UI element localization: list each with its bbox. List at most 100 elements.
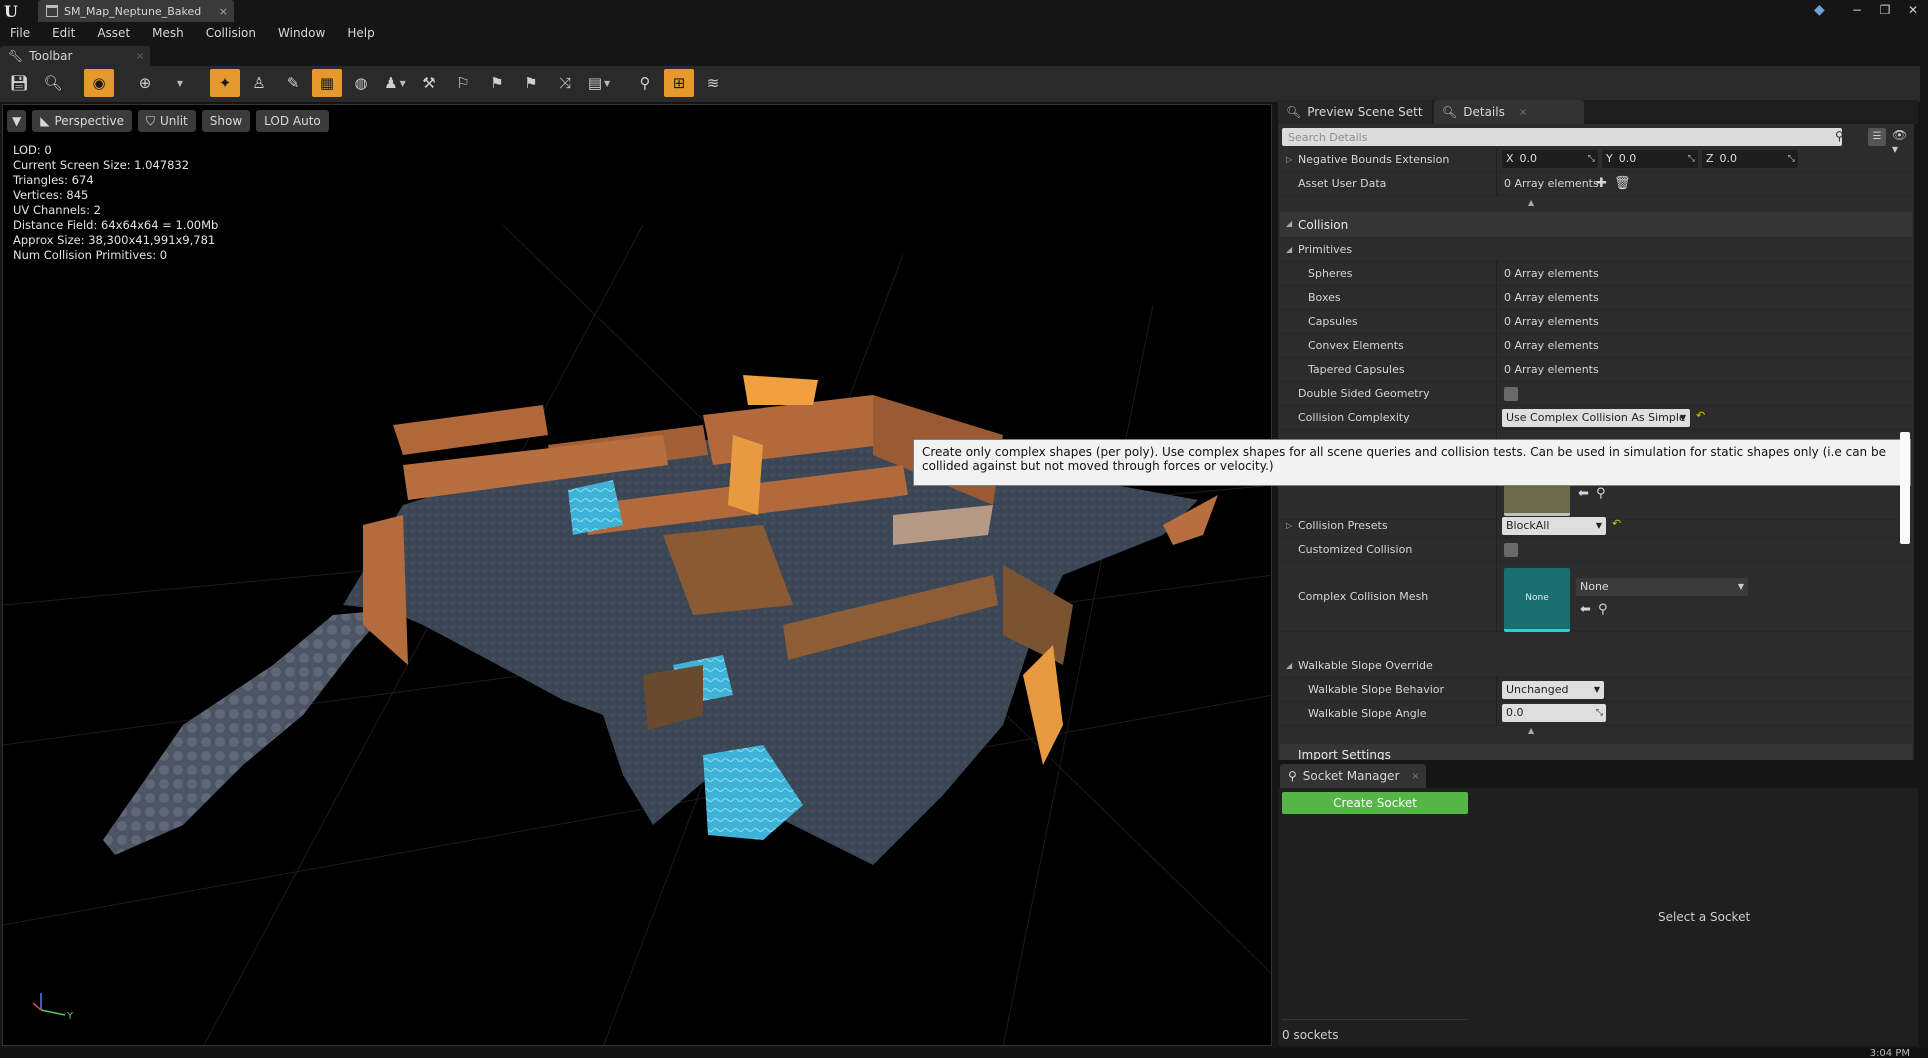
browse-arrow-icon[interactable]: ⬅ bbox=[1580, 602, 1591, 617]
close-socket-tab-icon[interactable]: × bbox=[1411, 771, 1419, 782]
transform-button[interactable]: ⊕ bbox=[130, 69, 160, 97]
boxes-value: 0 Array elements bbox=[1504, 291, 1599, 304]
close-details-tab-icon[interactable]: × bbox=[1519, 107, 1527, 118]
category-collision[interactable]: ◢ Collision bbox=[1280, 212, 1912, 238]
paint-button[interactable]: ✎ bbox=[278, 69, 308, 97]
close-tab-icon[interactable]: × bbox=[219, 5, 228, 18]
bounds-button[interactable]: ◍ bbox=[346, 69, 376, 97]
normals-button[interactable]: ⚐ bbox=[448, 69, 478, 97]
expand-arrow-icon[interactable]: ▷ bbox=[1286, 148, 1292, 172]
collision-complexity-tooltip: Create only complex shapes (per poly). U… bbox=[913, 439, 1911, 486]
double-sided-checkbox[interactable] bbox=[1504, 387, 1518, 401]
negative-bounds-z-field[interactable]: Z 0.0 ⤡ bbox=[1702, 150, 1798, 168]
lod-auto-button[interactable]: LOD Auto bbox=[256, 110, 329, 132]
category-import-settings[interactable]: Import Settings bbox=[1280, 744, 1912, 760]
magnify-icon[interactable]: ⚲ bbox=[1598, 602, 1608, 617]
reset-to-default-icon[interactable]: ↶ bbox=[1612, 517, 1621, 530]
grid-icon: ▦ bbox=[319, 74, 335, 92]
expand-arrow-icon[interactable]: ▷ bbox=[1286, 514, 1292, 538]
chevron-down-icon: ▼ bbox=[604, 78, 611, 88]
layers-button[interactable]: ≋ bbox=[698, 69, 728, 97]
graduation-cap-icon[interactable]: ◆ bbox=[1814, 2, 1832, 20]
save-button[interactable]: 💾︎ bbox=[4, 69, 34, 97]
perspective-icon: ◣ bbox=[40, 114, 50, 128]
close-toolbar-tab-icon[interactable]: × bbox=[136, 51, 144, 62]
customized-collision-checkbox[interactable] bbox=[1504, 543, 1518, 557]
additional-data-button[interactable]: ⊞ bbox=[664, 69, 694, 97]
menu-collision[interactable]: Collision bbox=[206, 26, 256, 40]
lod-button[interactable]: ▤ ▼ bbox=[584, 69, 614, 97]
axis-y-label: Y bbox=[66, 1011, 74, 1022]
realtime-button[interactable]: ◉ bbox=[84, 69, 114, 97]
list-view-icon[interactable]: ☰ bbox=[1868, 128, 1886, 146]
vertex-colors-button[interactable]: ♙ bbox=[244, 69, 274, 97]
complex-mesh-select[interactable]: None ▼ bbox=[1576, 578, 1748, 596]
menu-help[interactable]: Help bbox=[347, 26, 374, 40]
bounds-icon: ◍ bbox=[354, 74, 368, 92]
details-tab-label: Details bbox=[1463, 105, 1505, 119]
menu-file[interactable]: File bbox=[10, 26, 30, 40]
row-walkable-slope-behavior: Walkable Slope Behavior Unchanged ▼ bbox=[1280, 678, 1912, 702]
spheres-value: 0 Array elements bbox=[1504, 267, 1599, 280]
trash-icon[interactable]: 🗑︎ bbox=[1614, 176, 1631, 191]
tab-socket-manager[interactable]: ⚲ Socket Manager × bbox=[1280, 764, 1426, 788]
collapse-arrow-icon[interactable]: ▲ bbox=[1528, 198, 1534, 207]
row-primitives[interactable]: ◢ Primitives bbox=[1280, 238, 1912, 262]
menu-edit[interactable]: Edit bbox=[52, 26, 75, 40]
collapse-arrow-icon[interactable]: ▲ bbox=[1528, 726, 1534, 735]
tab-preview-scene-settings[interactable]: 🔍︎ Preview Scene Sett bbox=[1278, 100, 1432, 124]
system-clock: 3:04 PM bbox=[1869, 1048, 1910, 1058]
socket-tab-label: Socket Manager bbox=[1302, 769, 1400, 783]
socket-icon: ⚲ bbox=[1288, 769, 1297, 783]
browse-arrow-icon[interactable]: ⬅ bbox=[1578, 486, 1589, 501]
show-button[interactable]: Show bbox=[201, 110, 251, 132]
tab-details[interactable]: 🔍︎ Details × bbox=[1434, 100, 1584, 124]
negative-bounds-y-field[interactable]: Y 0.0 ⤡ bbox=[1602, 150, 1698, 168]
minimize-button[interactable]: − bbox=[1844, 1, 1870, 19]
mesh-viewport[interactable]: ▼ ◣ Perspective ⛉ Unlit Show LOD Auto LOD:… bbox=[2, 104, 1272, 1046]
asset-document-tab[interactable]: SM_Map_Neptune_Baked × bbox=[38, 0, 234, 22]
create-socket-button[interactable]: Create Socket bbox=[1282, 792, 1468, 814]
wireframe-toggle[interactable]: ✦ bbox=[210, 69, 240, 97]
viewport-options-button[interactable]: ▼ bbox=[7, 110, 27, 132]
unlit-button[interactable]: ⛉ Unlit bbox=[137, 110, 196, 132]
grid-button[interactable]: ▦ bbox=[312, 69, 342, 97]
row-convex-elements: Convex Elements 0 Array elements bbox=[1280, 334, 1912, 358]
collision-presets-select[interactable]: BlockAll ▼ bbox=[1502, 517, 1606, 535]
complex-collision-mesh-label: Complex Collision Mesh bbox=[1298, 590, 1429, 603]
preview-tab-label: Preview Scene Sett bbox=[1307, 105, 1423, 119]
find-in-browser-button[interactable]: 🔍︎ bbox=[38, 69, 68, 97]
pivot-button[interactable]: ⚒ bbox=[414, 69, 444, 97]
tangents-button[interactable]: ⚑ bbox=[482, 69, 512, 97]
binormals-button[interactable]: ⚑ bbox=[516, 69, 546, 97]
collapse-arrow-icon: ◢ bbox=[1286, 219, 1293, 228]
primitives-label: Primitives bbox=[1298, 243, 1353, 256]
uv-button[interactable]: ⤨ bbox=[550, 69, 580, 97]
restore-button[interactable]: ❐ bbox=[1872, 1, 1898, 19]
row-asset-user-data: Asset User Data 0 Array elements ✚ 🗑︎ bbox=[1280, 172, 1912, 196]
collision-complexity-select[interactable]: Use Complex Collision As Simple ▼ bbox=[1502, 409, 1690, 427]
row-walkable-slope-override[interactable]: ◢ Walkable Slope Override bbox=[1280, 654, 1912, 678]
stat-approx-size: Approx Size: 38,300x41,991x9,781 bbox=[13, 233, 216, 247]
collision-button[interactable]: ♟ ▼ bbox=[380, 69, 410, 97]
walkable-slope-behavior-select[interactable]: Unchanged ▼ bbox=[1502, 681, 1604, 699]
negative-bounds-x-field[interactable]: X 0.0 ⤡ bbox=[1502, 150, 1598, 168]
negative-bounds-label: Negative Bounds Extension bbox=[1298, 153, 1450, 166]
toolbar-tab-label: Toolbar bbox=[29, 49, 73, 63]
transform-dropdown[interactable]: ▼ bbox=[164, 69, 194, 97]
complex-mesh-thumbnail[interactable]: None bbox=[1504, 568, 1570, 632]
reset-to-default-icon[interactable]: ↶ bbox=[1696, 409, 1705, 422]
menu-asset[interactable]: Asset bbox=[97, 26, 130, 40]
menu-mesh[interactable]: Mesh bbox=[152, 26, 184, 40]
home-icon bbox=[46, 5, 58, 17]
menu-window[interactable]: Window bbox=[278, 26, 325, 40]
socket-button[interactable]: ⚲ bbox=[630, 69, 660, 97]
walkable-slope-angle-field[interactable]: 0.0 ⤡ bbox=[1502, 704, 1606, 722]
magnify-icon[interactable]: ⚲ bbox=[1596, 486, 1606, 501]
toolbar-tab[interactable]: 🔧︎ Toolbar × bbox=[0, 46, 150, 66]
plus-icon[interactable]: ✚ bbox=[1596, 176, 1607, 191]
close-window-button[interactable]: ✕ bbox=[1900, 1, 1926, 19]
details-scrollbar[interactable] bbox=[1900, 432, 1910, 544]
perspective-button[interactable]: ◣ Perspective bbox=[32, 110, 132, 132]
search-details-input[interactable] bbox=[1282, 128, 1842, 146]
